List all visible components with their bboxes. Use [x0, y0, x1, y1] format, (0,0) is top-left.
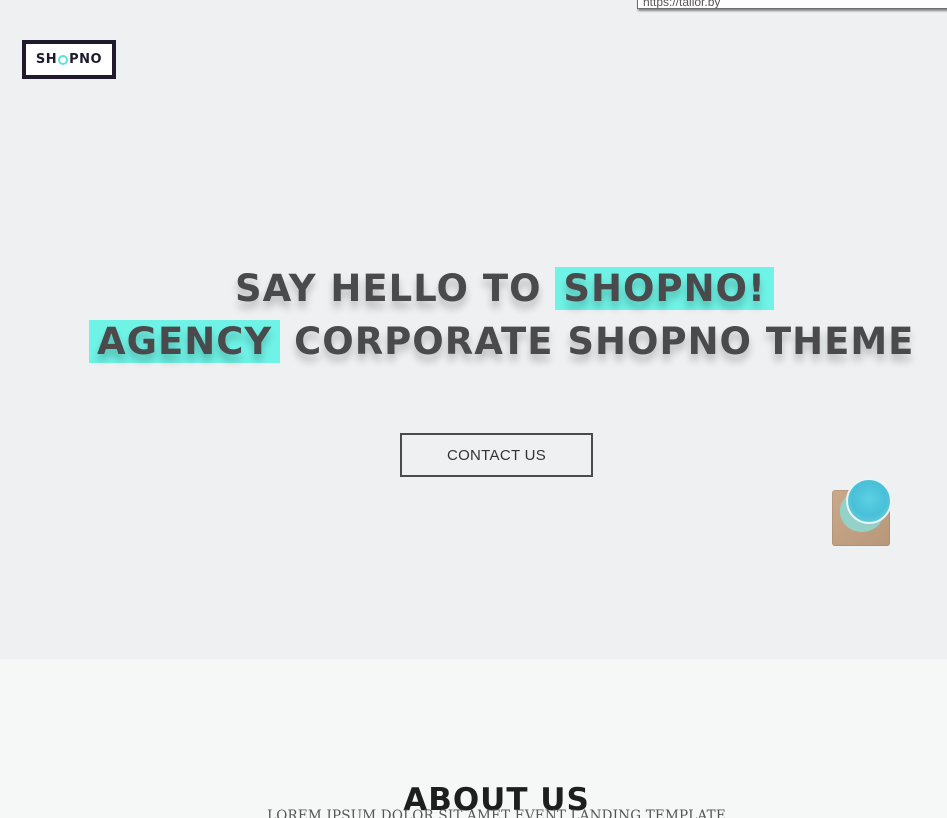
hero-section: https://tailor.by SH PNO SAY HELLO TO SHO…: [0, 0, 947, 659]
landing-page: https://tailor.by SH PNO SAY HELLO TO SHO…: [0, 0, 947, 818]
logo-text-suffix: PNO: [69, 52, 103, 67]
contact-us-button[interactable]: CONTACT US: [400, 433, 593, 477]
hero-highlight-agency: AGENCY: [89, 319, 281, 363]
chat-widget-button[interactable]: [832, 478, 894, 548]
about-subtitle: LOREM IPSUM DOLOR SIT AMET EVENT LANDING…: [267, 807, 726, 818]
site-logo[interactable]: SH PNO: [22, 40, 116, 79]
hero-line-1: SAY HELLO TO SHOPNO!: [235, 266, 774, 312]
url-tooltip: https://tailor.by: [637, 0, 947, 9]
chat-avatar-icon: [846, 478, 892, 524]
logo-text-prefix: SH: [35, 52, 58, 67]
hero-line-2-text: CORPORATE SHOPNO THEME: [280, 319, 915, 363]
about-section: ABOUT US LOREM IPSUM DOLOR SIT AMET EVEN…: [0, 659, 947, 818]
logo-ring-icon: [58, 54, 69, 65]
hero-highlight-brand: SHOPNO!: [555, 266, 774, 310]
hero-line-1-text: SAY HELLO TO: [235, 266, 556, 310]
hero-line-2: AGENCY CORPORATE SHOPNO THEME: [89, 319, 914, 365]
